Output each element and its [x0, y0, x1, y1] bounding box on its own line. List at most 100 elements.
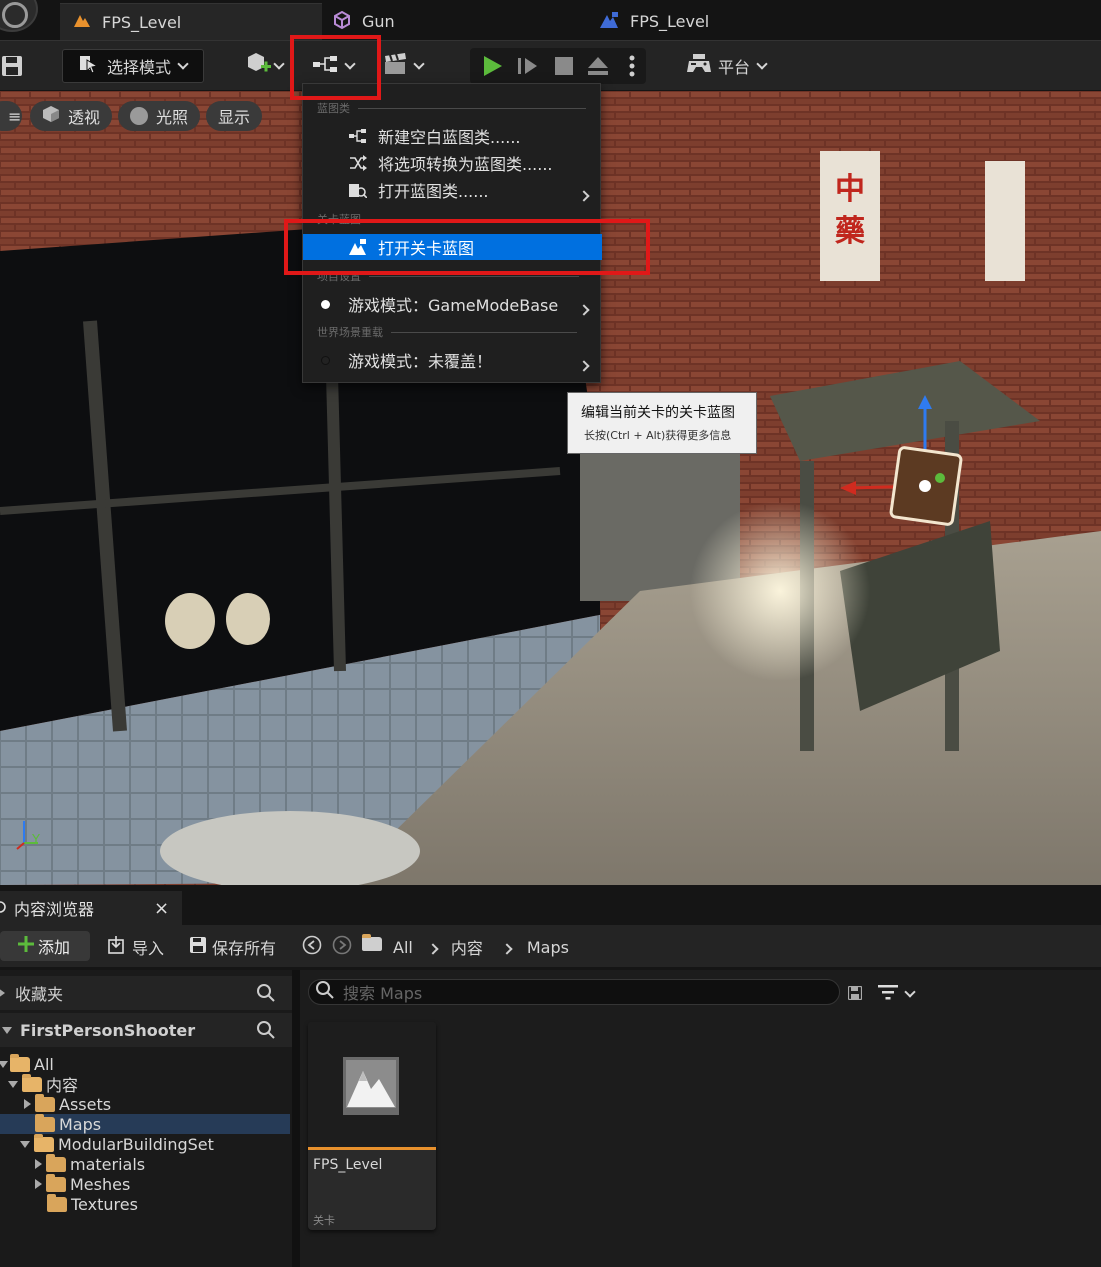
- plus-icon: [18, 936, 34, 956]
- perspective-button[interactable]: 透视: [30, 101, 113, 131]
- tree-item-all[interactable]: All: [0, 1053, 290, 1074]
- menu-item-convert-to-blueprint[interactable]: 将选项转换为蓝图类......: [303, 150, 602, 176]
- panel-splitter[interactable]: [292, 970, 300, 1267]
- shuffle-icon: [349, 155, 367, 171]
- folder-open-icon: [22, 1073, 42, 1092]
- history-forward-icon[interactable]: [332, 935, 352, 955]
- save-icon[interactable]: [0, 53, 24, 79]
- lighting-button[interactable]: 光照: [118, 101, 201, 131]
- lighting-label: 光照: [156, 108, 189, 127]
- play-controls: [470, 48, 646, 84]
- chevron-down-icon: [177, 58, 189, 70]
- search-icon[interactable]: [256, 983, 276, 1007]
- tree-item-label: ModularBuildingSet: [58, 1134, 214, 1154]
- tree-item-label: Maps: [59, 1114, 102, 1134]
- eject-icon[interactable]: [584, 54, 612, 78]
- level-icon: [72, 12, 92, 32]
- breadcrumb-item-maps[interactable]: Maps: [527, 938, 569, 957]
- tree-item-content[interactable]: 内容: [0, 1073, 290, 1095]
- document-tab-bar: FPS_Level Gun FPS_Level: [0, 0, 1101, 40]
- breadcrumb-item-all[interactable]: All: [393, 938, 413, 957]
- asset-search-input[interactable]: 搜索 Maps: [308, 979, 840, 1005]
- close-icon[interactable]: ×: [154, 898, 169, 919]
- tree-item-label: Meshes: [70, 1174, 131, 1194]
- menu-item-label: 打开蓝图类......: [378, 182, 489, 201]
- unreal-logo-icon[interactable]: [0, 0, 38, 32]
- stop-icon[interactable]: [550, 54, 578, 78]
- folder-icon[interactable]: [362, 934, 386, 951]
- tree-item-meshes[interactable]: Meshes: [0, 1173, 290, 1194]
- axis-indicator: Y Z: [16, 803, 56, 853]
- axis-y-label: Y: [32, 833, 40, 848]
- expand-arrow-icon: [35, 1159, 42, 1169]
- import-button[interactable]: 导入: [108, 935, 164, 959]
- project-header[interactable]: FirstPersonShooter: [0, 1013, 292, 1047]
- level-blueprint-tooltip: 编辑当前关卡的关卡蓝图 长按(Ctrl + Alt)获得更多信息: [567, 392, 757, 454]
- menu-item-game-mode[interactable]: 游戏模式：GameModeBase: [303, 291, 602, 317]
- chevron-down-icon: [413, 58, 425, 70]
- cinematics-button[interactable]: [378, 49, 428, 83]
- tab-label: FPS_Level: [630, 12, 710, 31]
- tab-label: 内容浏览器: [14, 900, 95, 919]
- save-all-label: 保存所有: [212, 939, 277, 958]
- search-icon: [315, 980, 335, 1004]
- platform-button[interactable]: 平台: [680, 49, 772, 83]
- save-all-button[interactable]: 保存所有: [190, 935, 276, 959]
- clapperboard-icon: [383, 52, 409, 80]
- chevron-right-icon: [578, 355, 590, 374]
- add-actor-button[interactable]: [238, 49, 290, 83]
- save-search-icon[interactable]: [847, 985, 863, 1004]
- blueprint-icon: [332, 10, 352, 34]
- more-options-icon[interactable]: [620, 54, 644, 78]
- tab-content-browser[interactable]: 内容浏览器 ×: [0, 891, 182, 925]
- tree-item-label: materials: [70, 1154, 146, 1174]
- tab-fps-level[interactable]: FPS_Level: [60, 3, 322, 40]
- show-button[interactable]: 显示: [206, 101, 263, 131]
- tab-label: Gun: [362, 12, 395, 31]
- tree-item-label: 内容: [46, 1076, 79, 1095]
- menu-item-label: 游戏模式：未覆盖！: [348, 352, 493, 371]
- tree-item-assets[interactable]: Assets: [0, 1093, 290, 1114]
- shop-sign: 中藥: [835, 172, 865, 249]
- advance-frame-icon[interactable]: [514, 54, 542, 78]
- favorites-header[interactable]: 收藏夹: [0, 976, 292, 1010]
- import-label: 导入: [132, 939, 165, 958]
- play-icon[interactable]: [478, 54, 506, 78]
- asset-type: 关卡: [313, 1214, 335, 1227]
- chevron-right-icon: [578, 185, 590, 204]
- search-icon[interactable]: [256, 1020, 276, 1044]
- select-mode-dropdown[interactable]: 选择模式: [62, 49, 204, 83]
- filter-button[interactable]: [878, 984, 916, 1004]
- radio-dot-icon: [321, 356, 330, 365]
- content-browser-toolbar: 添加 导入 保存所有 All 内容 Maps: [0, 925, 1101, 967]
- asset-tile-fps-level[interactable]: FPS_Level 关卡: [308, 1022, 436, 1230]
- level-asset-icon: [343, 1057, 399, 1115]
- blueprint-graph-icon: [349, 128, 367, 144]
- tree-item-materials[interactable]: materials: [0, 1153, 290, 1174]
- menu-icon: ≡: [8, 106, 22, 126]
- tooltip-title: 编辑当前关卡的关卡蓝图: [581, 405, 735, 421]
- add-button[interactable]: 添加: [0, 931, 90, 961]
- tree-item-modularbuildingset[interactable]: ModularBuildingSet: [0, 1133, 290, 1154]
- annotation-box-open-level-blueprint: [284, 219, 650, 275]
- asset-view-panel: 搜索 Maps FPS_Level 关卡: [300, 970, 1101, 1267]
- menu-item-new-empty-blueprint[interactable]: 新建空白蓝图类......: [303, 123, 602, 149]
- tab-fps-level-blueprint[interactable]: FPS_Level: [598, 3, 848, 40]
- breadcrumb-item-content[interactable]: 内容: [451, 935, 483, 959]
- save-icon: [190, 937, 206, 957]
- folder-icon: [46, 1153, 66, 1172]
- chevron-down-icon: [904, 986, 916, 998]
- favorites-label: 收藏夹: [15, 985, 64, 1004]
- menu-item-game-mode-override[interactable]: 游戏模式：未覆盖！: [303, 347, 602, 373]
- open-blueprint-icon: [349, 182, 368, 199]
- search-placeholder: 搜索 Maps: [343, 984, 423, 1003]
- platform-label: 平台: [717, 58, 750, 77]
- tree-item-maps[interactable]: Maps: [0, 1113, 290, 1134]
- section-blueprint-class: 蓝图类: [317, 100, 586, 116]
- folder-icon: [35, 1093, 55, 1112]
- history-back-icon[interactable]: [302, 935, 322, 955]
- tree-item-textures[interactable]: Textures: [0, 1193, 290, 1214]
- breadcrumb: All 内容 Maps: [393, 935, 569, 959]
- menu-item-label: 游戏模式：GameModeBase: [348, 296, 559, 315]
- menu-item-open-blueprint-class[interactable]: 打开蓝图类......: [303, 177, 602, 203]
